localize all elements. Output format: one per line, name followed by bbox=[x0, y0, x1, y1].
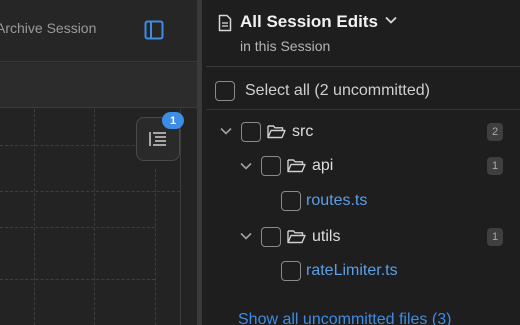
chevron-down-icon[interactable] bbox=[240, 232, 252, 240]
list-outline-icon bbox=[149, 132, 166, 146]
folder-label-api[interactable]: api bbox=[312, 157, 333, 175]
chevron-down-icon[interactable] bbox=[240, 162, 252, 170]
file-checkbox-routes[interactable] bbox=[281, 191, 301, 211]
file-link-routes[interactable]: routes.ts bbox=[306, 192, 367, 210]
sidebar-panel-icon bbox=[144, 20, 164, 40]
document-icon bbox=[218, 14, 232, 32]
select-all-label[interactable]: Select all (2 uncommitted) bbox=[245, 82, 430, 100]
chevron-down-icon[interactable] bbox=[220, 127, 232, 135]
sidebar-toggle-button[interactable] bbox=[136, 14, 172, 46]
count-badge-src: 2 bbox=[487, 123, 503, 141]
toolbar-band bbox=[0, 63, 197, 108]
file-checkbox-ratelimiter[interactable] bbox=[281, 261, 301, 281]
show-all-uncommitted-link[interactable]: Show all uncommitted files (3) bbox=[238, 311, 451, 325]
grid-line bbox=[0, 279, 155, 280]
grid-line bbox=[34, 109, 35, 325]
panel-title[interactable]: All Session Edits bbox=[240, 12, 378, 32]
outline-count-badge: 1 bbox=[162, 112, 184, 129]
grid-line bbox=[94, 109, 95, 325]
grid-line bbox=[0, 227, 155, 228]
panel-subtitle: in this Session bbox=[240, 38, 331, 54]
chevron-down-icon[interactable] bbox=[385, 16, 397, 24]
panel-header[interactable]: All Session Edits in this Session bbox=[202, 0, 520, 66]
divider bbox=[206, 109, 520, 110]
folder-open-icon bbox=[287, 159, 306, 173]
canvas-edge bbox=[180, 109, 181, 325]
folder-open-icon bbox=[287, 230, 306, 244]
main-editor-area: Archive Session 1 bbox=[0, 0, 197, 325]
folder-label-src[interactable]: src bbox=[292, 123, 313, 141]
folder-checkbox-api[interactable] bbox=[261, 156, 281, 176]
session-edits-panel: All Session Edits in this Session Select… bbox=[202, 0, 520, 325]
folder-checkbox-utils[interactable] bbox=[261, 227, 281, 247]
file-link-ratelimiter[interactable]: rateLimiter.ts bbox=[306, 262, 398, 280]
folder-label-utils[interactable]: utils bbox=[312, 228, 340, 246]
archive-session-button[interactable]: Archive Session bbox=[0, 20, 96, 36]
top-bar: Archive Session bbox=[0, 0, 197, 62]
folder-open-icon bbox=[267, 125, 286, 139]
grid-line bbox=[0, 191, 180, 192]
select-all-checkbox[interactable] bbox=[215, 81, 235, 101]
divider bbox=[206, 66, 520, 67]
grid-line bbox=[155, 169, 156, 325]
folder-checkbox-src[interactable] bbox=[241, 122, 261, 142]
count-badge-utils: 1 bbox=[487, 228, 503, 246]
count-badge-api: 1 bbox=[487, 157, 503, 175]
